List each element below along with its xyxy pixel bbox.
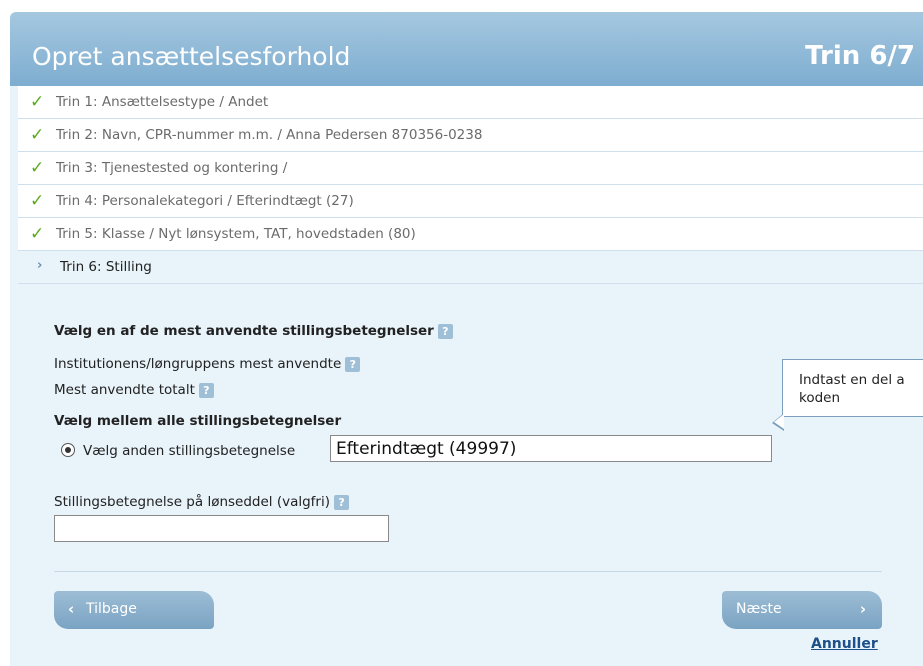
all-positions-heading: Vælg mellem alle stillingsbetegnelser bbox=[54, 413, 342, 429]
step-row-3[interactable]: ✓ Trin 3: Tjenestested og kontering / bbox=[18, 152, 923, 185]
step-label: Trin 5: Klasse / Nyt lønsystem, TAT, hov… bbox=[56, 226, 416, 242]
institution-most-used-text: Institutionens/løngruppens mest anvendte bbox=[54, 356, 342, 372]
other-position-radio[interactable] bbox=[61, 443, 75, 457]
step-row-5[interactable]: ✓ Trin 5: Klasse / Nyt lønsystem, TAT, h… bbox=[18, 218, 923, 251]
most-used-heading-text: Vælg en af de mest anvendte stillingsbet… bbox=[54, 323, 434, 339]
step-indicator: Trin 6/7 bbox=[805, 41, 915, 71]
checkmark-icon: ✓ bbox=[30, 191, 45, 211]
help-icon[interactable]: ? bbox=[345, 356, 361, 372]
wizard-panel: Opret ansættelsesforhold Trin 6/7 ✓ Trin… bbox=[10, 12, 923, 666]
tooltip-line-2: koden bbox=[799, 390, 841, 406]
most-used-total-link[interactable]: Mest anvendte totalt? bbox=[54, 382, 214, 398]
tooltip-tail-inner bbox=[774, 414, 784, 429]
next-button[interactable]: Næste › bbox=[722, 591, 882, 629]
checkmark-icon: ✓ bbox=[30, 125, 45, 145]
help-icon[interactable]: ? bbox=[437, 323, 453, 339]
help-icon[interactable]: ? bbox=[334, 494, 350, 510]
checkmark-icon: ✓ bbox=[30, 92, 45, 112]
page-title: Opret ansættelsesforhold bbox=[32, 42, 351, 71]
back-button-label: Tilbage bbox=[86, 601, 137, 617]
help-icon[interactable]: ? bbox=[198, 382, 214, 398]
chevron-right-icon: › bbox=[859, 600, 866, 618]
payslip-input[interactable] bbox=[54, 515, 389, 542]
checkmark-icon: ✓ bbox=[30, 158, 45, 178]
input-hint-tooltip: Indtast en del a koden bbox=[782, 359, 923, 417]
step-label: Trin 1: Ansættelsestype / Andet bbox=[56, 94, 269, 110]
step-row-1[interactable]: ✓ Trin 1: Ansættelsestype / Andet bbox=[18, 86, 923, 119]
step-list: ✓ Trin 1: Ansættelsestype / Andet ✓ Trin… bbox=[18, 86, 923, 284]
divider bbox=[54, 571, 882, 572]
back-button[interactable]: ‹ Tilbage bbox=[54, 591, 214, 629]
most-used-heading: Vælg en af de mest anvendte stillingsbet… bbox=[54, 323, 453, 339]
step-row-2[interactable]: ✓ Trin 2: Navn, CPR-nummer m.m. / Anna P… bbox=[18, 119, 923, 152]
most-used-total-text: Mest anvendte totalt bbox=[54, 382, 195, 398]
payslip-label: Stillingsbetegnelse på lønseddel (valgfr… bbox=[54, 494, 350, 510]
institution-most-used-link[interactable]: Institutionens/løngruppens mest anvendte… bbox=[54, 356, 361, 372]
payslip-label-text: Stillingsbetegnelse på lønseddel (valgfr… bbox=[54, 494, 331, 510]
next-button-label: Næste bbox=[736, 601, 782, 617]
step-label: Trin 4: Personalekategori / Efterindtægt… bbox=[56, 193, 354, 209]
step-row-4[interactable]: ✓ Trin 4: Personalekategori / Efterindtæ… bbox=[18, 185, 923, 218]
step-label: Trin 6: Stilling bbox=[60, 259, 152, 275]
other-position-label: Vælg anden stillingsbetegnelse bbox=[83, 443, 296, 459]
checkmark-icon: ✓ bbox=[30, 224, 45, 244]
cancel-link[interactable]: Annuller bbox=[811, 636, 878, 652]
step-row-6-current: › Trin 6: Stilling bbox=[18, 251, 923, 284]
wizard-header: Opret ansættelsesforhold Trin 6/7 bbox=[10, 12, 923, 86]
chevron-left-icon: ‹ bbox=[68, 600, 75, 618]
step-label: Trin 3: Tjenestested og kontering / bbox=[56, 160, 288, 176]
tooltip-line-1: Indtast en del a bbox=[799, 372, 905, 388]
other-position-input-value: Efterindtægt (49997) bbox=[336, 439, 517, 459]
arrow-right-icon: › bbox=[37, 258, 43, 273]
other-position-input[interactable]: Efterindtægt (49997) bbox=[330, 435, 772, 462]
step-label: Trin 2: Navn, CPR-nummer m.m. / Anna Ped… bbox=[56, 127, 483, 143]
